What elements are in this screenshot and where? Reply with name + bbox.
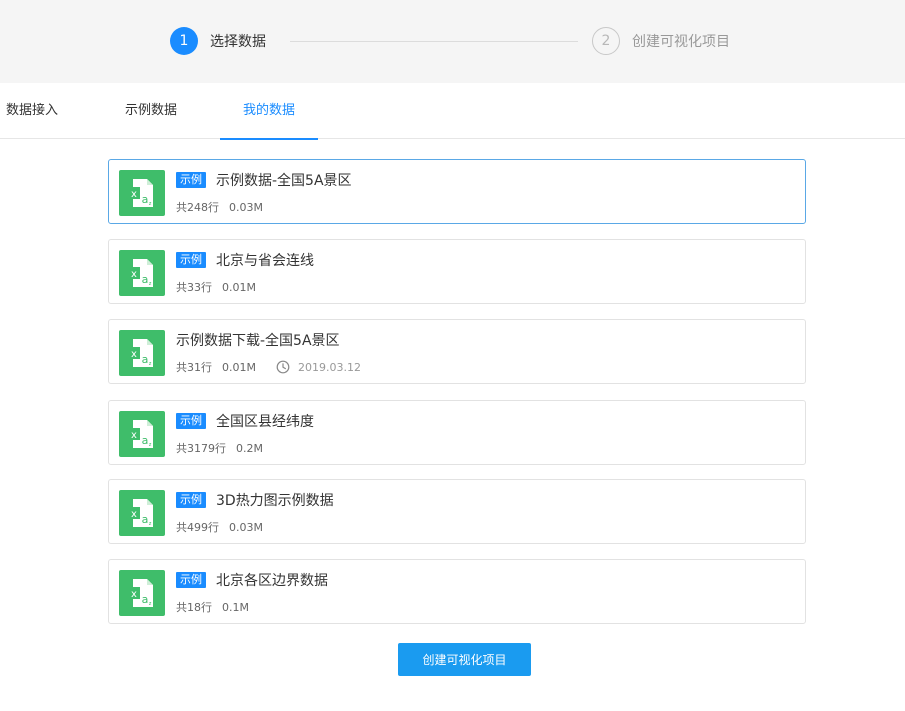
dataset-card[interactable]: x a z 示例 北京与省会连线 共33行 0.01M (108, 239, 806, 304)
dataset-title-row: 示例 北京各区边界数据 (176, 570, 328, 590)
dataset-meta: 共248行 0.03M (176, 199, 263, 215)
tab-data-access[interactable]: 数据接入 (6, 83, 58, 139)
dataset-row-count: 共31行 (176, 361, 212, 374)
svg-text:z: z (149, 281, 152, 287)
step-connector (290, 41, 578, 42)
excel-file-icon: xaz (119, 490, 165, 536)
dataset-row-count: 共3179行 (176, 442, 226, 455)
step-number: 1 (170, 27, 198, 55)
dataset-file-size: 0.03M (229, 200, 263, 214)
dataset-meta: 共499行 0.03M (176, 519, 263, 535)
excel-file-icon: xaz (119, 250, 165, 296)
dataset-card[interactable]: x a z 示例数据下载-全国5A景区 共31行 0.01M 2019.03.12 (108, 319, 806, 384)
dataset-meta: 共3179行 0.2M (176, 440, 263, 456)
dataset-title: 示例数据-全国5A景区 (216, 173, 352, 189)
dataset-card[interactable]: x a z 示例 北京各区边界数据 共18行 0.1M (108, 559, 806, 624)
dataset-title: 全国区县经纬度 (216, 414, 314, 430)
svg-text:x: x (131, 509, 137, 520)
dataset-title: 3D热力图示例数据 (216, 493, 334, 509)
svg-text:x: x (131, 269, 137, 280)
excel-file-icon: xaz (119, 570, 165, 616)
dataset-title: 北京各区边界数据 (216, 573, 328, 589)
create-project-button[interactable]: 创建可视化项目 (398, 643, 531, 676)
dataset-file-size: 0.03M (229, 520, 263, 534)
excel-file-icon: xaz (119, 411, 165, 457)
stepper: 1 选择数据 2 创建可视化项目 (0, 0, 905, 83)
dataset-row-count: 共499行 (176, 521, 219, 534)
excel-file-icon: xaz (119, 170, 165, 216)
sample-badge: 示例 (176, 492, 206, 508)
step-select-data: 1 选择数据 (170, 27, 266, 55)
svg-text:a: a (142, 353, 149, 366)
dataset-file-size: 0.1M (222, 600, 249, 614)
svg-text:z: z (149, 521, 152, 527)
dataset-meta: 共33行 0.01M (176, 279, 256, 295)
data-source-tabs: 数据接入 示例数据 我的数据 (0, 83, 905, 140)
dataset-row-count: 共18行 (176, 601, 212, 614)
dataset-title: 北京与省会连线 (216, 253, 314, 269)
dataset-row-count: 共248行 (176, 201, 219, 214)
dataset-title-row: 示例 3D热力图示例数据 (176, 490, 334, 510)
svg-text:a: a (142, 593, 149, 606)
tab-my-data[interactable]: 我的数据 (220, 83, 318, 140)
sample-badge: 示例 (176, 572, 206, 588)
svg-text:x: x (131, 349, 137, 360)
step-create-project: 2 创建可视化项目 (592, 27, 730, 55)
dataset-meta: 共31行 0.01M 2019.03.12 (176, 359, 361, 375)
clock-icon (276, 360, 290, 374)
dataset-title-row: 示例 全国区县经纬度 (176, 411, 314, 431)
dataset-card[interactable]: x a z 示例 示例数据-全国5A景区共248行 0.03M (108, 159, 806, 224)
svg-text:a: a (142, 513, 149, 526)
tab-sample-data[interactable]: 示例数据 (125, 83, 177, 139)
dataset-meta: 共18行 0.1M (176, 599, 249, 615)
sample-badge: 示例 (176, 252, 206, 268)
svg-text:a: a (142, 193, 149, 206)
dataset-title-row: 示例 北京与省会连线 (176, 250, 314, 270)
svg-text:z: z (149, 201, 152, 207)
dataset-file-size: 0.01M (222, 280, 256, 294)
excel-file-icon: xaz (119, 330, 165, 376)
dataset-card[interactable]: x a z 示例 3D热力图示例数据共499行 0.03M (108, 479, 806, 544)
svg-text:x: x (131, 189, 137, 200)
dataset-card[interactable]: x a z 示例 全国区县经纬度共3179行 0.2M (108, 400, 806, 465)
dataset-title-row: 示例 示例数据-全国5A景区 (176, 170, 352, 190)
dataset-title: 示例数据下载-全国5A景区 (176, 333, 340, 349)
dataset-file-size: 0.01M (222, 360, 256, 374)
dataset-title-row: 示例数据下载-全国5A景区 (176, 330, 340, 350)
svg-text:z: z (149, 361, 152, 367)
svg-text:a: a (142, 434, 149, 447)
dataset-file-size: 0.2M (236, 441, 263, 455)
dataset-row-count: 共33行 (176, 281, 212, 294)
svg-text:z: z (149, 442, 152, 448)
step-label: 创建可视化项目 (632, 34, 730, 50)
step-label: 选择数据 (210, 34, 266, 50)
sample-badge: 示例 (176, 413, 206, 429)
svg-text:x: x (131, 430, 137, 441)
step-number: 2 (592, 27, 620, 55)
dataset-date: 2019.03.12 (297, 360, 361, 374)
svg-text:z: z (149, 601, 152, 607)
sample-badge: 示例 (176, 172, 206, 188)
svg-text:x: x (131, 589, 137, 600)
svg-text:a: a (142, 273, 149, 286)
